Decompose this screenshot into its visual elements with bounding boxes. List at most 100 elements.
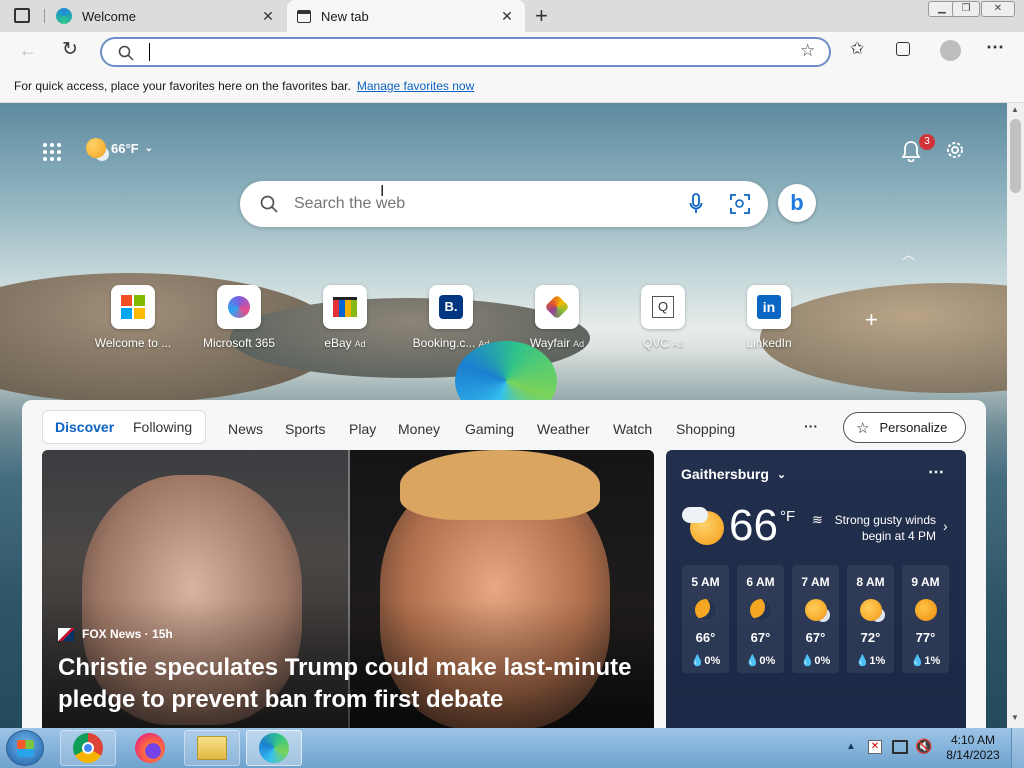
search-icon: [118, 45, 134, 61]
nav-play[interactable]: Play: [349, 421, 376, 437]
weather-chip[interactable]: 66°F ⌄: [86, 138, 153, 158]
weather-card[interactable]: Gaithersburg ⌄ ⋯ 66 °F ≋ Strong gusty wi…: [666, 450, 966, 728]
linkedin-icon: in: [757, 295, 781, 319]
scrollbar-thumb[interactable]: [1010, 119, 1021, 193]
nav-sports[interactable]: Sports: [285, 421, 325, 437]
nav-more-icon[interactable]: ···: [804, 418, 818, 434]
hourly-forecast-item[interactable]: 8 AM 72° 💧1%: [847, 565, 894, 673]
close-tab-icon[interactable]: ✕: [260, 8, 276, 25]
favorites-bar: For quick access, place your favorites h…: [0, 70, 1024, 103]
new-tab-button[interactable]: +: [535, 3, 548, 29]
page-scrollbar[interactable]: ▲ ▼: [1007, 103, 1024, 728]
partly-sunny-icon: [859, 599, 882, 621]
web-search-input[interactable]: [294, 192, 654, 216]
hour-time: 7 AM: [801, 575, 830, 589]
quick-link-label: QVC: [642, 336, 669, 350]
personalize-label: Personalize: [879, 420, 948, 435]
nav-shopping[interactable]: Shopping: [676, 421, 735, 437]
booking-icon: B.: [439, 295, 463, 319]
microsoft-365-icon: [228, 296, 250, 318]
profile-avatar[interactable]: [940, 40, 961, 61]
hour-precip: 1%: [924, 655, 941, 667]
hourly-forecast-item[interactable]: 9 AM 77° 💧1%: [902, 565, 949, 673]
address-bar[interactable]: ☆: [100, 37, 831, 67]
tab-new-tab[interactable]: New tab ✕: [287, 0, 525, 32]
headline-line-1: Christie speculates Trump could make las…: [58, 654, 632, 681]
favorites-icon[interactable]: ✩: [850, 39, 864, 59]
taskbar-file-explorer[interactable]: [184, 730, 240, 766]
close-tab-icon[interactable]: ✕: [499, 8, 515, 25]
quick-link-qvc[interactable]: Q QVC Ad: [623, 285, 703, 350]
apps-grid-icon[interactable]: [42, 142, 62, 162]
quick-link-welcome[interactable]: Welcome to ...: [93, 285, 173, 350]
precip-drop-icon: 💧: [855, 655, 870, 667]
visual-search-icon[interactable]: [730, 194, 750, 214]
taskbar-edge[interactable]: [246, 730, 302, 766]
hour-precip: 1%: [869, 655, 886, 667]
tab-actions-icon[interactable]: [14, 8, 30, 23]
news-card[interactable]: FOX News · 15h Christie speculates Trump…: [42, 450, 654, 728]
bing-chat-button[interactable]: b: [778, 184, 816, 222]
weather-chip-temp: 66°F: [111, 140, 139, 156]
action-center-icon[interactable]: ✕: [868, 740, 882, 754]
weather-location[interactable]: Gaithersburg ⌄: [681, 466, 786, 482]
windows-logo-icon: [17, 740, 34, 757]
volume-muted-icon[interactable]: 🔇: [915, 738, 932, 755]
nav-gaming[interactable]: Gaming: [465, 421, 514, 437]
tray-overflow-icon[interactable]: ▲: [846, 741, 856, 752]
taskbar-clock[interactable]: 4:10 AM 8/14/2023: [940, 733, 1006, 763]
nav-money[interactable]: Money: [398, 421, 440, 437]
add-favorite-icon[interactable]: ☆: [800, 41, 815, 61]
taskbar-chrome[interactable]: [60, 730, 116, 766]
scroll-up-arrow[interactable]: ▲: [1011, 105, 1019, 114]
network-icon[interactable]: [892, 740, 908, 754]
hourly-forecast-item[interactable]: 5 AM 66° 💧0%: [682, 565, 729, 673]
tab-welcome[interactable]: Welcome ✕: [46, 0, 286, 32]
hour-time: 9 AM: [911, 575, 940, 589]
hourly-forecast-item[interactable]: 6 AM 67° 💧0%: [737, 565, 784, 673]
microphone-icon[interactable]: [689, 193, 703, 215]
weather-more-icon[interactable]: ⋯: [928, 462, 944, 482]
quick-link-label: Booking.c...: [412, 336, 476, 350]
nav-news[interactable]: News: [228, 421, 263, 437]
scroll-down-arrow[interactable]: ▼: [1011, 713, 1019, 722]
back-button[interactable]: ←: [19, 40, 37, 61]
web-search-box[interactable]: [240, 181, 768, 227]
show-desktop-button[interactable]: [1011, 728, 1024, 768]
refresh-button[interactable]: ↻: [62, 38, 78, 61]
edge-icon: [259, 733, 289, 763]
maximize-button[interactable]: ❐: [952, 1, 980, 17]
notifications-bell-icon[interactable]: [901, 140, 921, 162]
start-button[interactable]: [6, 730, 44, 766]
more-menu-icon[interactable]: ⋯: [986, 37, 1004, 58]
collapse-chevron-icon[interactable]: ︿: [902, 244, 915, 263]
weather-location-label: Gaithersburg: [681, 466, 769, 482]
precip-drop-icon: 💧: [800, 655, 815, 667]
tab-following[interactable]: Following: [133, 419, 192, 435]
collections-icon[interactable]: [896, 42, 910, 56]
quick-link-booking[interactable]: B. Booking.c...Ad: [411, 285, 491, 350]
manage-favorites-link[interactable]: Manage favorites now: [357, 79, 474, 93]
chevron-right-icon[interactable]: ›: [943, 518, 948, 534]
nav-watch[interactable]: Watch: [613, 421, 652, 437]
new-tab-icon: [297, 9, 311, 23]
taskbar-firefox[interactable]: [122, 730, 178, 766]
ad-label: Ad: [672, 339, 684, 349]
settings-gear-icon[interactable]: [944, 139, 966, 161]
folder-icon: [197, 736, 227, 760]
personalize-button[interactable]: ☆ Personalize: [843, 412, 966, 443]
chevron-down-icon: ⌄: [776, 468, 787, 481]
hourly-forecast-item[interactable]: 7 AM 67° 💧0%: [792, 565, 839, 673]
article-headline[interactable]: Christie speculates Trump could make las…: [58, 652, 632, 716]
weather-alert[interactable]: Strong gusty winds begin at 4 PM: [826, 512, 936, 544]
quick-link-linkedin[interactable]: in LinkedIn: [729, 285, 809, 350]
close-window-button[interactable]: ✕: [981, 1, 1015, 17]
quick-link-ebay[interactable]: eBay Ad: [305, 285, 385, 350]
quick-link-wayfair[interactable]: Wayfair Ad: [517, 285, 597, 350]
ebay-bag-icon: [333, 297, 357, 317]
weather-alert-line-2: begin at 4 PM: [861, 529, 936, 543]
nav-weather[interactable]: Weather: [537, 421, 590, 437]
quick-link-microsoft-365[interactable]: Microsoft 365: [199, 285, 279, 350]
tab-discover[interactable]: Discover: [55, 419, 114, 435]
add-shortcut-icon[interactable]: +: [865, 307, 878, 333]
